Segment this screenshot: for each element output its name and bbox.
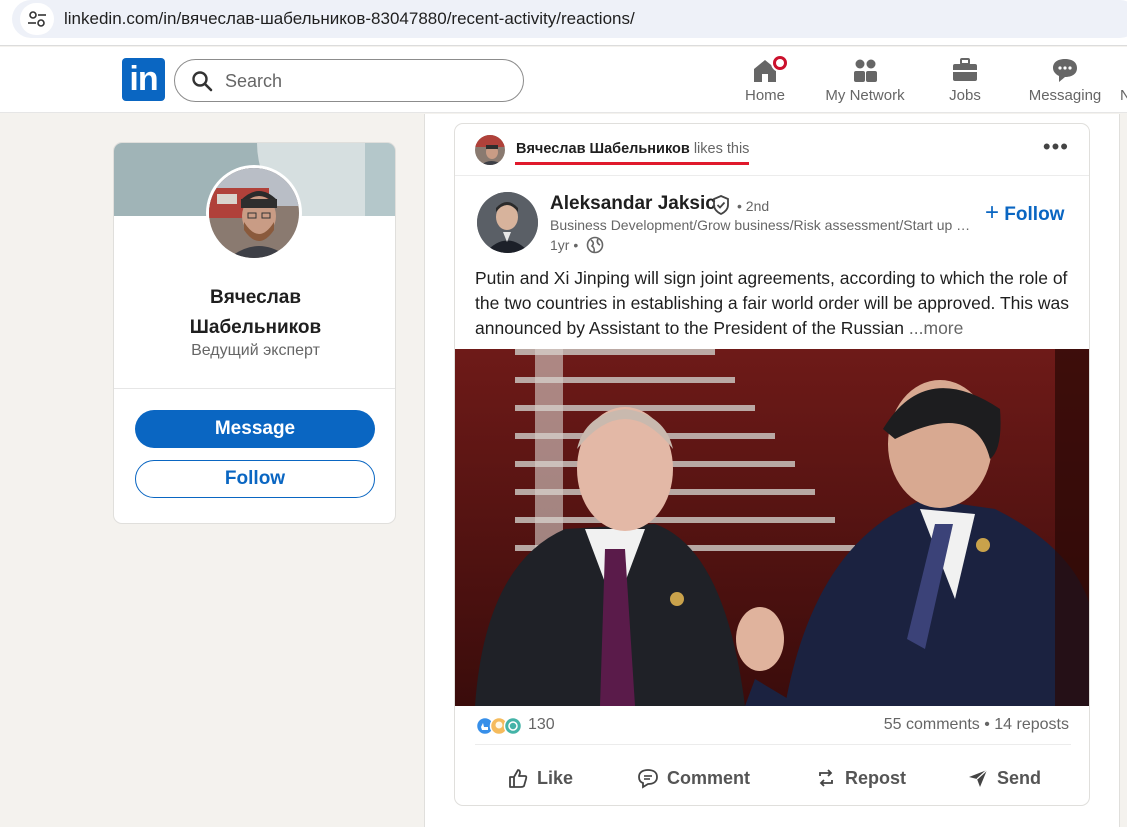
search-icon (192, 71, 213, 92)
people-icon (815, 55, 915, 85)
linkedin-logo[interactable]: in (122, 58, 165, 101)
site-settings-icon[interactable] (20, 3, 54, 35)
post-time: 1yr • (550, 237, 579, 253)
feed-post: Вячеслав Шабельников likes this ••• Alek… (454, 123, 1090, 806)
chat-icon (1015, 55, 1115, 85)
post-image[interactable] (455, 349, 1089, 706)
post-follow-button[interactable]: + Follow (985, 199, 1064, 227)
home-icon (715, 54, 815, 85)
briefcase-icon (915, 55, 1015, 85)
author-avatar[interactable] (477, 192, 538, 253)
context-avatar[interactable] (475, 135, 505, 165)
send-label: Send (997, 767, 1042, 788)
url-text[interactable]: linkedin.com/in/вячеслав-шабельников-830… (64, 9, 635, 29)
plus-icon: + (985, 199, 1000, 226)
nav-messaging-label: Messaging (1028, 87, 1102, 104)
nav-jobs[interactable]: Jobs (915, 55, 1015, 104)
thumbs-up-icon (509, 769, 528, 788)
nav-jobs-label: Jobs (949, 87, 981, 104)
top-navigation: in Home My Network J (0, 47, 1127, 113)
author-name[interactable]: Aleksandar Jaksic (550, 193, 716, 215)
see-more-link[interactable]: ...more (909, 318, 963, 338)
comment-button[interactable]: Comment (637, 760, 750, 796)
post-actions: Like Comment Repost Send (455, 760, 1089, 796)
post-follow-label: Follow (1004, 204, 1065, 225)
profile-name[interactable]: Вячеслав Шабельников (114, 283, 395, 343)
globe-icon (586, 236, 604, 254)
comment-icon (638, 769, 658, 789)
search-input[interactable] (225, 68, 505, 94)
verified-icon (713, 195, 729, 215)
nav-messaging[interactable]: Messaging (1015, 55, 1115, 104)
send-icon (969, 769, 988, 787)
repost-icon (819, 769, 833, 787)
post-text: Putin and Xi Jinping will sign joint agr… (475, 266, 1075, 341)
browser-address-bar: linkedin.com/in/вячеслав-шабельников-830… (0, 0, 1127, 46)
divider (114, 388, 395, 389)
nav-overflow-fragment: N (1120, 87, 1127, 103)
more-options-icon[interactable]: ••• (1043, 134, 1069, 160)
message-button[interactable]: Message (135, 410, 375, 448)
nav-home[interactable]: Home (715, 54, 815, 104)
notification-badge (771, 54, 789, 72)
like-button[interactable]: Like (507, 760, 573, 796)
connection-degree: • 2nd (737, 198, 770, 214)
repost-label: Repost (845, 767, 907, 788)
author-headline: Business Development/Grow business/Risk … (550, 217, 975, 233)
profile-avatar[interactable] (206, 165, 302, 261)
repost-button[interactable]: Repost (815, 760, 906, 796)
like-label: Like (537, 767, 574, 788)
context-text: Вячеслав Шабельников likes this (516, 141, 749, 157)
comment-label: Comment (667, 767, 751, 788)
send-button[interactable]: Send (967, 760, 1041, 796)
nav-my-network-label: My Network (825, 87, 905, 104)
profile-title: Ведущий эксперт (191, 342, 320, 359)
divider (475, 744, 1071, 745)
nav-home-label: Home (744, 87, 785, 104)
profile-card: Вячеслав Шабельников Ведущий эксперт Mes… (113, 142, 396, 524)
context-name-link[interactable]: Вячеслав Шабельников (516, 141, 690, 157)
comments-reposts-count[interactable]: 55 comments • 14 reposts (884, 716, 1069, 734)
profile-follow-button[interactable]: Follow (135, 460, 375, 498)
post-context-header: Вячеслав Шабельников likes this ••• (455, 124, 1089, 176)
context-action: likes this (693, 141, 750, 157)
highlight-underline (515, 162, 749, 165)
post-body: Putin and Xi Jinping will sign joint agr… (475, 268, 1070, 338)
reaction-icons[interactable] (475, 714, 535, 738)
nav-my-network[interactable]: My Network (815, 55, 915, 104)
search-box[interactable] (174, 59, 524, 102)
reaction-count[interactable]: 130 (528, 716, 555, 734)
